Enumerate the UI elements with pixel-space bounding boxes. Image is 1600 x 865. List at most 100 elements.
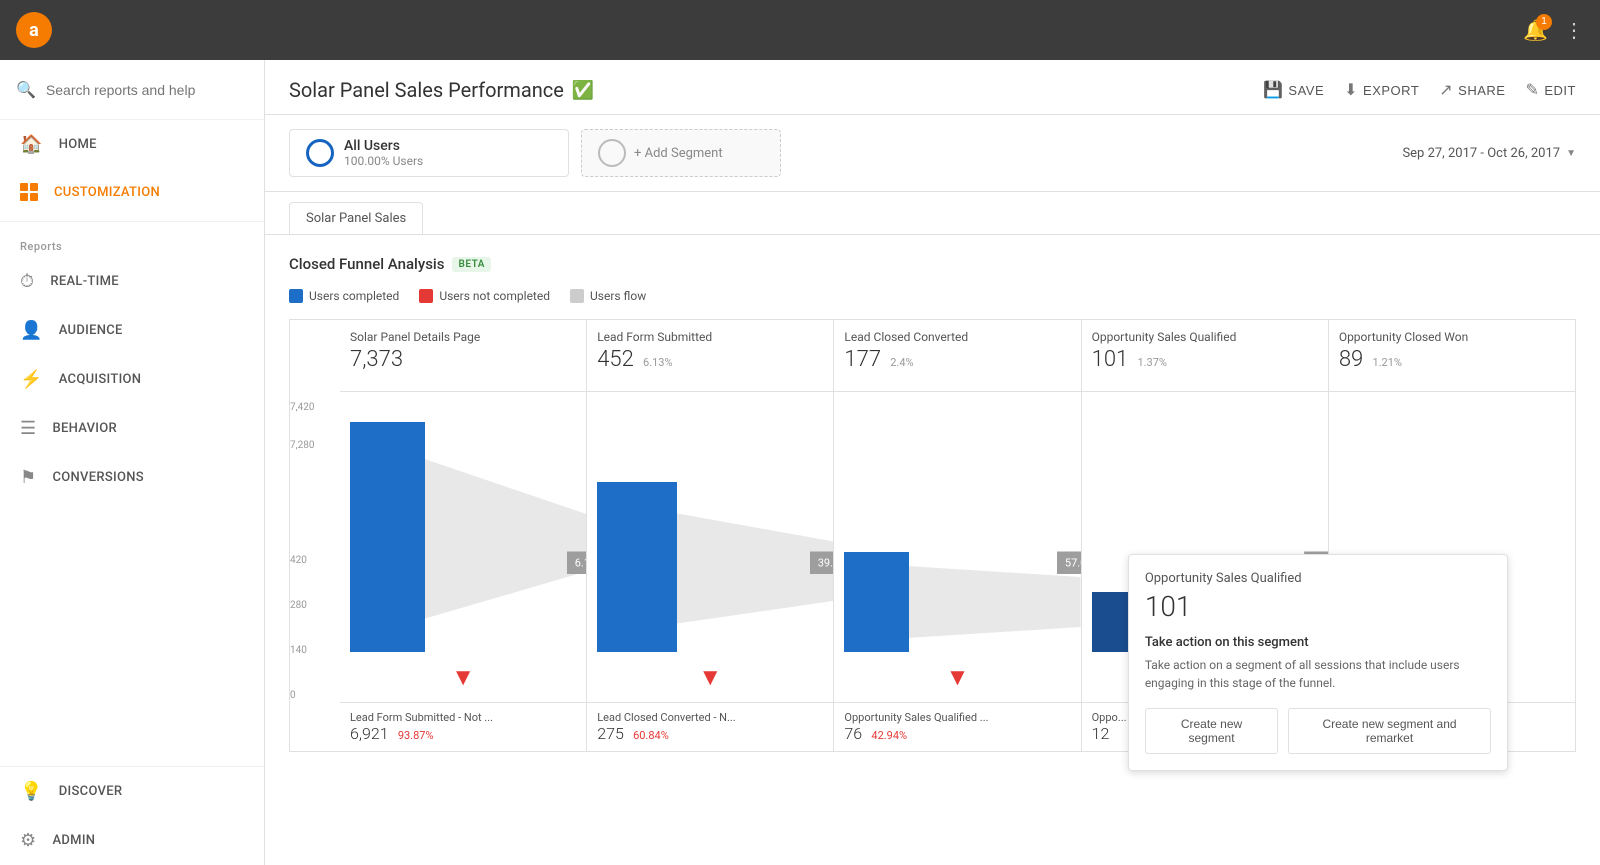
stage-1: Solar Panel Details Page 7,373 [340, 320, 587, 751]
sidebar-item-label: HOME [59, 137, 97, 152]
sidebar-item-realtime[interactable]: ⏱ REAL-TIME [0, 257, 264, 306]
sidebar-item-label: CONVERSIONS [52, 470, 144, 485]
stage-2-bottom-name: Lead Closed Converted - N... [597, 711, 823, 724]
stage-1-drop-arrow: ▼ [451, 663, 475, 692]
date-range-picker[interactable]: Sep 27, 2017 - Oct 26, 2017 ▼ [1402, 146, 1576, 161]
stage-2-bottom-counts: 275 60.84% [597, 724, 823, 743]
stage-1-arrow: 6.13% [567, 551, 587, 574]
export-button[interactable]: ⬇ EXPORT [1344, 80, 1419, 100]
stage-2-bar [597, 482, 677, 652]
legend-completed: Users completed [289, 289, 399, 303]
stage-5-name: Opportunity Closed Won [1339, 330, 1565, 344]
stage-2-name: Lead Form Submitted [597, 330, 823, 344]
reports-section-label: Reports [0, 228, 264, 257]
sidebar-item-label: ACQUISITION [59, 372, 142, 387]
sidebar-item-acquisition[interactable]: ⚡ ACQUISITION [0, 355, 264, 404]
sidebar-item-label: DISCOVER [59, 784, 123, 799]
stage-2: Lead Form Submitted 452 6.13% 39.16% ▼ [587, 320, 834, 751]
legend-flow-label: Users flow [590, 289, 646, 303]
legend-not-completed-color [419, 289, 433, 303]
app-logo: a [16, 12, 52, 48]
more-options-button[interactable]: ⋮ [1564, 18, 1584, 43]
stage-3-bar [844, 552, 909, 652]
nav-divider [0, 221, 264, 222]
tooltip-description: Take action on a segment of all sessions… [1145, 656, 1491, 692]
stage-1-chart: 6.13% ▼ [340, 392, 586, 702]
stage-3-arrow: 57.06% [1057, 551, 1081, 574]
sidebar-bottom: 💡 DISCOVER ⚙ ADMIN [0, 766, 264, 865]
sidebar: 🔍 🏠 HOME CUSTOMIZATION Reports ⏱ REAL-TI… [0, 60, 265, 865]
report-title: Solar Panel Sales Performance ✅ [289, 78, 594, 102]
stage-3-count: 177 2.4% [844, 347, 1070, 372]
conversions-icon: ⚑ [20, 467, 36, 488]
stage-3-bottom-name: Opportunity Sales Qualified ... [844, 711, 1070, 724]
share-button[interactable]: ↗ SHARE [1439, 80, 1505, 100]
stage-3-name: Lead Closed Converted [844, 330, 1070, 344]
sidebar-item-label: CUSTOMIZATION [54, 185, 160, 200]
save-button[interactable]: 💾 SAVE [1263, 80, 1324, 100]
search-input[interactable] [46, 82, 248, 98]
stage-3-drop-arrow: ▼ [946, 663, 970, 692]
tab-solar-panel-sales[interactable]: Solar Panel Sales [289, 202, 423, 234]
tooltip-action-title: Take action on this segment [1145, 635, 1491, 650]
topbar: a 🔔 1 ⋮ [0, 0, 1600, 60]
stage-3-chart: 57.06% ▼ [834, 392, 1080, 702]
export-icon: ⬇ [1344, 80, 1358, 100]
sidebar-item-customization[interactable]: CUSTOMIZATION [0, 169, 264, 215]
segment-name: All Users [344, 138, 423, 154]
sidebar-item-home[interactable]: 🏠 HOME [0, 120, 264, 169]
realtime-icon: ⏱ [20, 271, 34, 292]
notification-badge: 1 [1536, 14, 1552, 30]
active-segment[interactable]: All Users 100.00% Users [289, 129, 569, 177]
tooltip-stage-count: 101 [1145, 590, 1491, 623]
stage-4-count: 101 1.37% [1092, 347, 1318, 372]
funnel-title: Closed Funnel Analysis BETA [289, 255, 1576, 273]
beta-badge: BETA [452, 257, 490, 272]
stage-3-bottom: Opportunity Sales Qualified ... 76 42.94… [834, 702, 1080, 751]
behavior-icon: ☰ [20, 418, 36, 439]
admin-icon: ⚙ [20, 830, 36, 851]
verified-badge: ✅ [572, 80, 594, 101]
stage-4-header: Opportunity Sales Qualified 101 1.37% [1082, 320, 1328, 392]
stage-1-bottom-name: Lead Form Submitted - Not ... [350, 711, 576, 724]
stage-1-count: 7,373 [350, 347, 576, 372]
notifications-button[interactable]: 🔔 1 [1523, 18, 1548, 43]
share-icon: ↗ [1439, 80, 1453, 100]
sidebar-item-label: REAL-TIME [50, 274, 119, 289]
stage-2-count: 452 6.13% [597, 347, 823, 372]
sidebar-item-conversions[interactable]: ⚑ CONVERSIONS [0, 453, 264, 502]
date-range-text: Sep 27, 2017 - Oct 26, 2017 [1402, 146, 1560, 161]
edit-button[interactable]: ✎ EDIT [1525, 80, 1576, 100]
legend-flow-color [570, 289, 584, 303]
save-icon: 💾 [1263, 80, 1283, 100]
stage-2-bottom: Lead Closed Converted - N... 275 60.84% [587, 702, 833, 751]
sidebar-item-discover[interactable]: 💡 DISCOVER [0, 767, 264, 816]
audience-icon: 👤 [20, 320, 43, 341]
stage-1-bottom-counts: 6,921 93.87% [350, 724, 576, 743]
logo-letter: a [29, 20, 39, 41]
stage-3: Lead Closed Converted 177 2.4% 57.06% ▼ [834, 320, 1081, 751]
main-header: Solar Panel Sales Performance ✅ 💾 SAVE ⬇… [265, 60, 1600, 115]
segment-bar: All Users 100.00% Users + Add Segment Se… [265, 115, 1600, 192]
edit-icon: ✎ [1525, 80, 1539, 100]
search-icon: 🔍 [16, 80, 36, 99]
stage-4-name: Opportunity Sales Qualified [1092, 330, 1318, 344]
add-segment-button[interactable]: + Add Segment [581, 129, 781, 177]
topbar-right: 🔔 1 ⋮ [1523, 18, 1584, 43]
stage-5-count: 89 1.21% [1339, 347, 1565, 372]
report-tabs: Solar Panel Sales [265, 192, 1600, 235]
create-segment-button[interactable]: Create new segment [1145, 708, 1278, 754]
stage-2-header: Lead Form Submitted 452 6.13% [587, 320, 833, 392]
stage-3-bottom-counts: 76 42.94% [844, 724, 1070, 743]
sidebar-item-audience[interactable]: 👤 AUDIENCE [0, 306, 264, 355]
stage-1-bar [350, 422, 425, 652]
sidebar-item-behavior[interactable]: ☰ BEHAVIOR [0, 404, 264, 453]
stage-5-header: Opportunity Closed Won 89 1.21% [1329, 320, 1575, 392]
report-title-text: Solar Panel Sales Performance [289, 78, 564, 102]
legend-flow: Users flow [570, 289, 646, 303]
sidebar-item-admin[interactable]: ⚙ ADMIN [0, 816, 264, 865]
create-segment-remarket-button[interactable]: Create new segment and remarket [1288, 708, 1491, 754]
funnel-stages: Solar Panel Details Page 7,373 [340, 320, 1575, 751]
add-segment-label: + Add Segment [634, 146, 723, 161]
customization-icon [20, 183, 38, 201]
